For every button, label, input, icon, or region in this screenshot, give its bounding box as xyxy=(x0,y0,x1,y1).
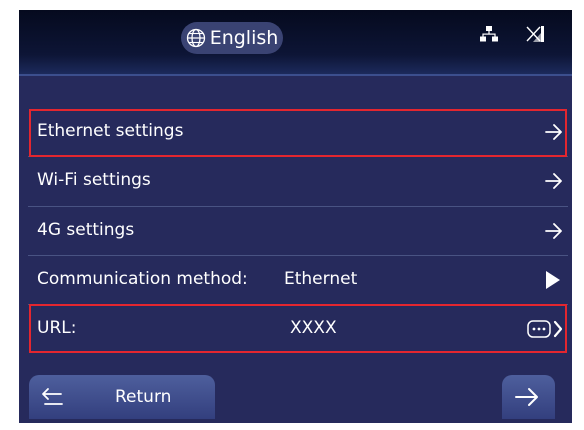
4g-settings-row[interactable]: 4G settings xyxy=(28,207,568,255)
return-button[interactable]: Return xyxy=(29,375,215,419)
arrow-right-icon xyxy=(515,388,538,406)
globe-icon xyxy=(186,28,205,48)
no-signal-icon xyxy=(526,26,544,42)
network-icon xyxy=(480,26,498,42)
return-arrow-icon xyxy=(42,388,63,405)
communication-method-value: Ethernet xyxy=(284,269,358,289)
next-button[interactable] xyxy=(502,375,555,419)
communication-method-row[interactable]: Communication method: Ethernet xyxy=(28,256,568,304)
settings-screen: English Ethernet settings Wi-Fi settings… xyxy=(19,10,572,423)
wifi-settings-row[interactable]: Wi-Fi settings xyxy=(28,157,568,205)
ethernet-highlight-box xyxy=(29,109,567,157)
url-highlight-box xyxy=(29,304,567,353)
return-label: Return xyxy=(115,387,172,407)
communication-method-label: Communication method: xyxy=(37,269,248,289)
4g-settings-label: 4G settings xyxy=(37,220,135,240)
play-arrow-icon xyxy=(546,271,560,289)
language-selector[interactable]: English xyxy=(181,22,283,54)
wifi-settings-label: Wi-Fi settings xyxy=(37,170,151,190)
arrow-right-icon xyxy=(545,223,562,239)
top-bar-divider xyxy=(19,74,572,76)
language-label: English xyxy=(209,27,279,49)
arrow-right-icon xyxy=(545,173,562,189)
